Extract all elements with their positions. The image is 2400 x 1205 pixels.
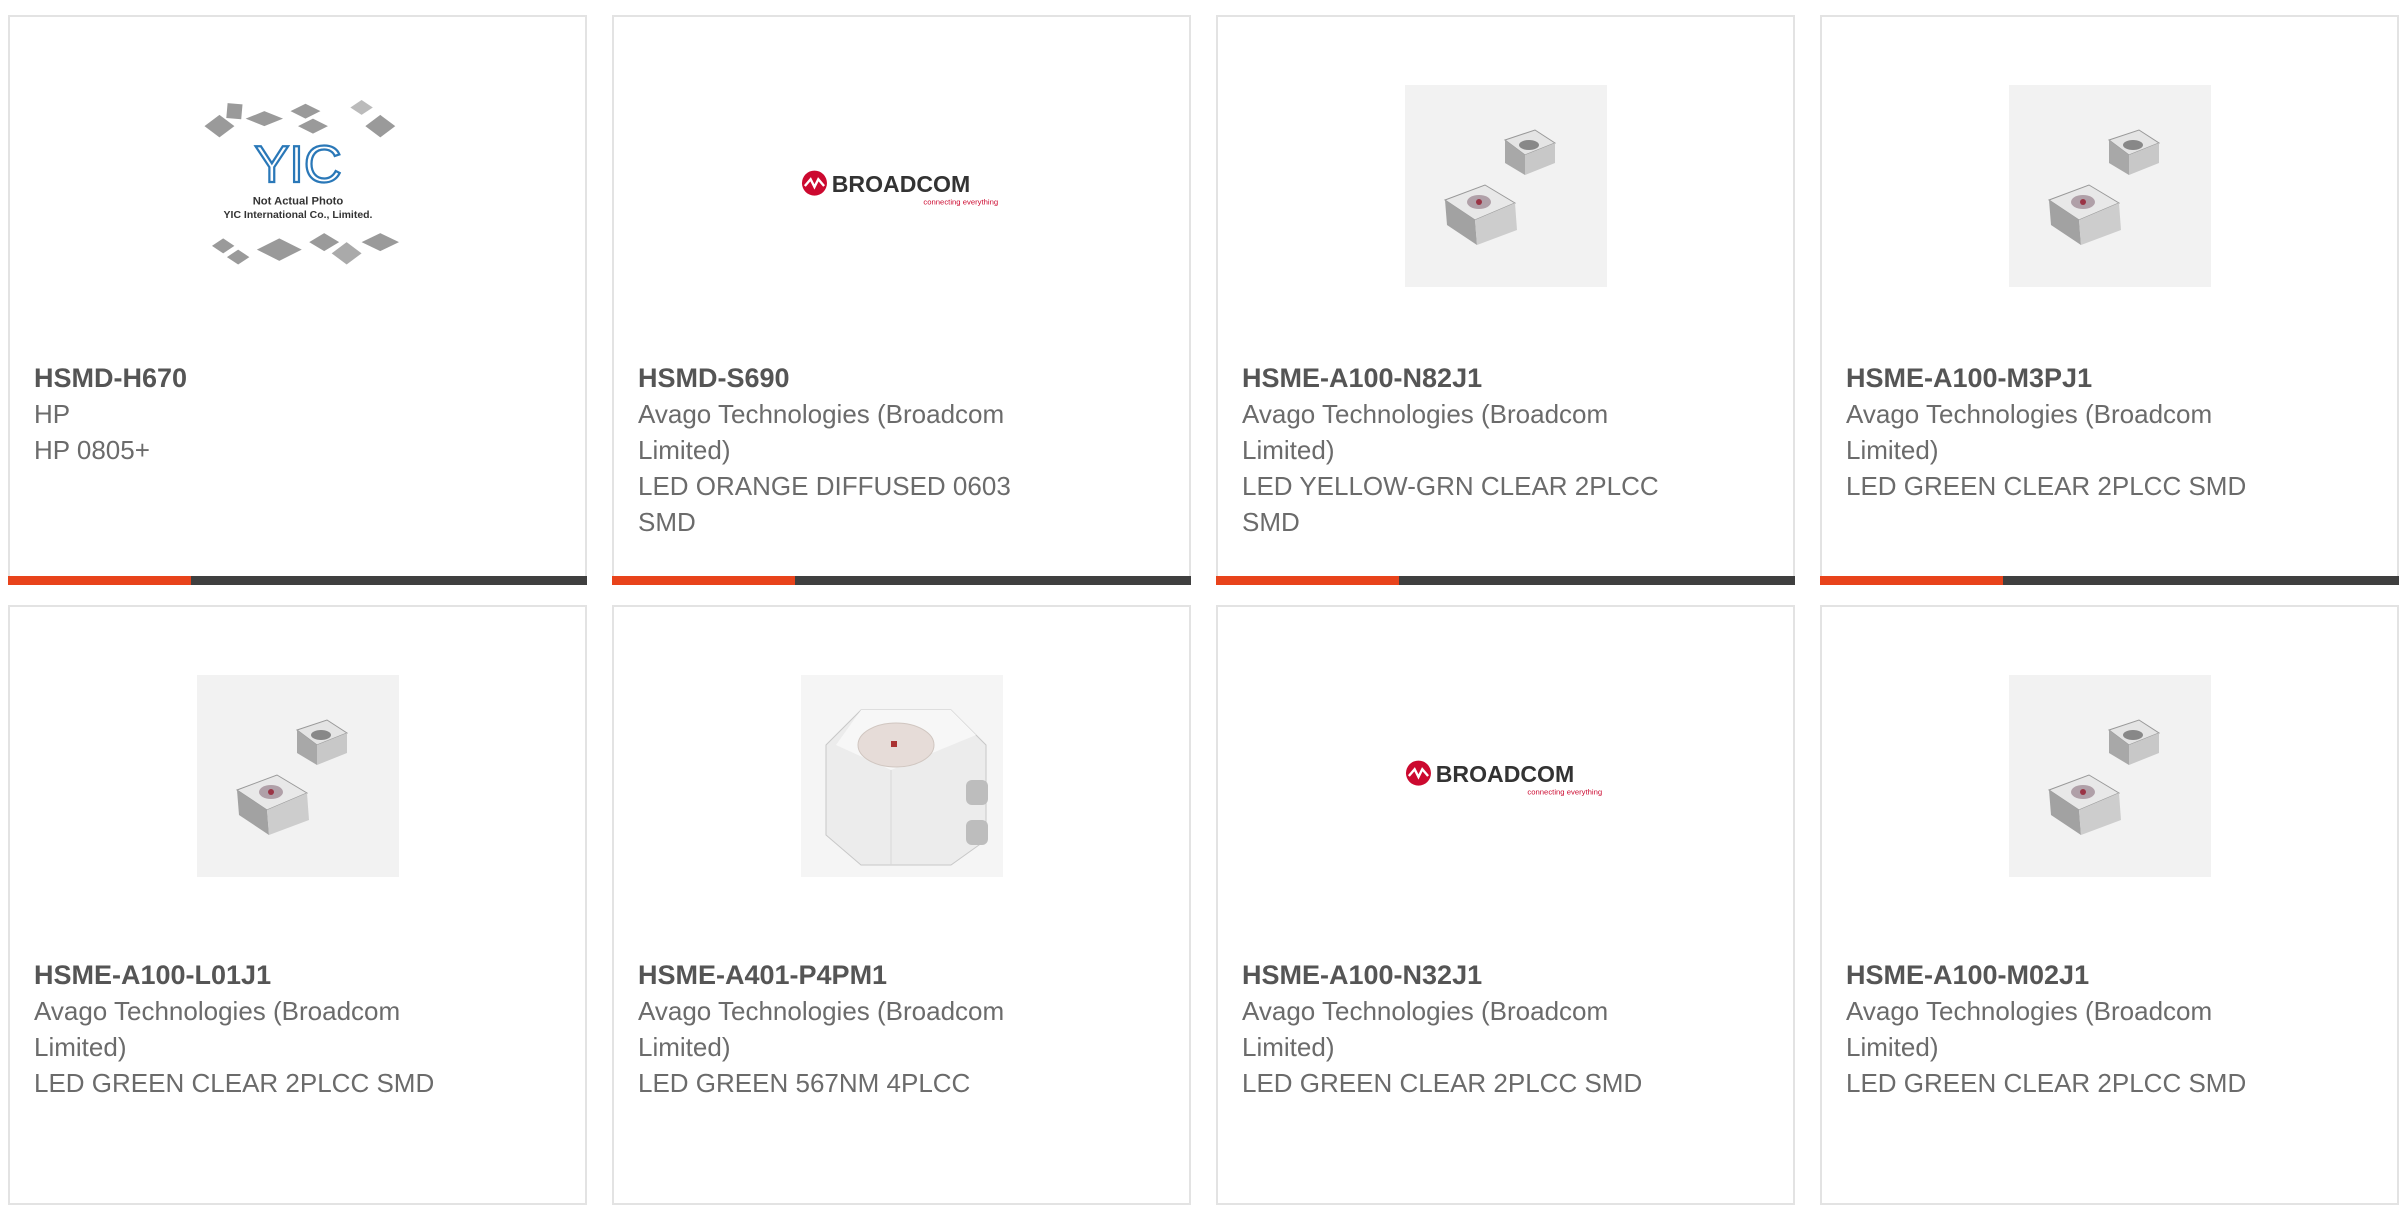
manufacturer: Avago Technologies (Broadcom Limited) — [34, 996, 401, 1062]
card-bottom-bar — [612, 576, 1191, 585]
part-number[interactable]: HSME-A100-N82J1 — [1242, 360, 1673, 396]
product-card[interactable]: HSME-A100-M3PJ1 Avago Technologies (Broa… — [1820, 15, 2399, 585]
broadcom-logo[interactable]: BROADCOM connecting everything — [801, 85, 1003, 287]
part-number[interactable]: HSME-A100-N32J1 — [1242, 957, 1673, 993]
part-number[interactable]: HSME-A100-M3PJ1 — [1846, 360, 2277, 396]
card-bottom-bar — [1216, 576, 1795, 585]
manufacturer: HP — [34, 399, 71, 429]
description: LED ORANGE DIFFUSED 0603 SMD — [638, 471, 1011, 537]
logo-tagline: connecting everything — [923, 197, 998, 206]
product-image-placeholder[interactable]: YIC Not Actual Photo YIC International C… — [197, 85, 399, 287]
product-card[interactable]: YIC Not Actual Photo YIC International C… — [8, 15, 587, 585]
description: HP 0805+ — [34, 435, 150, 465]
placeholder-line-1: Not Actual Photo — [252, 196, 343, 208]
manufacturer: Avago Technologies (Broadcom Limited) — [1846, 399, 2213, 465]
placeholder-line-2: YIC International Co., Limited. — [223, 210, 372, 221]
product-card[interactable]: BROADCOM connecting everything HSMD-S690… — [612, 15, 1191, 585]
part-number[interactable]: HSME-A100-M02J1 — [1846, 957, 2277, 993]
led-2plcc-image[interactable] — [2008, 675, 2211, 877]
description: LED YELLOW-GRN CLEAR 2PLCC SMD — [1242, 471, 1659, 537]
description: LED GREEN CLEAR 2PLCC SMD — [34, 1068, 435, 1098]
logo-tagline: connecting everything — [1527, 787, 1602, 796]
part-number[interactable]: HSME-A100-L01J1 — [34, 957, 465, 993]
card-bottom-bar — [8, 576, 587, 585]
description: LED GREEN CLEAR 2PLCC SMD — [1846, 471, 2247, 501]
product-card[interactable]: HSME-A100-L01J1 Avago Technologies (Broa… — [8, 605, 587, 1205]
description: LED GREEN CLEAR 2PLCC SMD — [1846, 1068, 2247, 1098]
part-number[interactable]: HSMD-H670 — [34, 360, 465, 396]
part-number[interactable]: HSME-A401-P4PM1 — [638, 957, 1069, 993]
manufacturer: Avago Technologies (Broadcom Limited) — [1846, 996, 2213, 1062]
card-bottom-bar — [1820, 576, 2399, 585]
led-4plcc-image[interactable] — [800, 675, 1003, 877]
manufacturer: Avago Technologies (Broadcom Limited) — [638, 996, 1005, 1062]
led-2plcc-image[interactable] — [2008, 85, 2211, 287]
product-card[interactable]: HSME-A100-N82J1 Avago Technologies (Broa… — [1216, 15, 1795, 585]
description: LED GREEN CLEAR 2PLCC SMD — [1242, 1068, 1643, 1098]
part-number[interactable]: HSMD-S690 — [638, 360, 1069, 396]
broadcom-logo[interactable]: BROADCOM connecting everything — [1405, 675, 1607, 877]
product-grid: YIC Not Actual Photo YIC International C… — [8, 15, 2399, 1205]
manufacturer: Avago Technologies (Broadcom Limited) — [638, 399, 1005, 465]
product-card[interactable]: HSME-A100-M02J1 Avago Technologies (Broa… — [1820, 605, 2399, 1205]
led-2plcc-image[interactable] — [196, 675, 399, 877]
product-card[interactable]: HSME-A401-P4PM1 Avago Technologies (Broa… — [612, 605, 1191, 1205]
logo-text: BROADCOM — [831, 171, 969, 197]
logo-text: BROADCOM — [1435, 761, 1573, 787]
product-card[interactable]: BROADCOM connecting everything HSME-A100… — [1216, 605, 1795, 1205]
yic-logo: YIC — [254, 136, 341, 194]
description: LED GREEN 567NM 4PLCC — [638, 1068, 971, 1098]
led-2plcc-image[interactable] — [1404, 85, 1607, 287]
manufacturer: Avago Technologies (Broadcom Limited) — [1242, 996, 1609, 1062]
manufacturer: Avago Technologies (Broadcom Limited) — [1242, 399, 1609, 465]
